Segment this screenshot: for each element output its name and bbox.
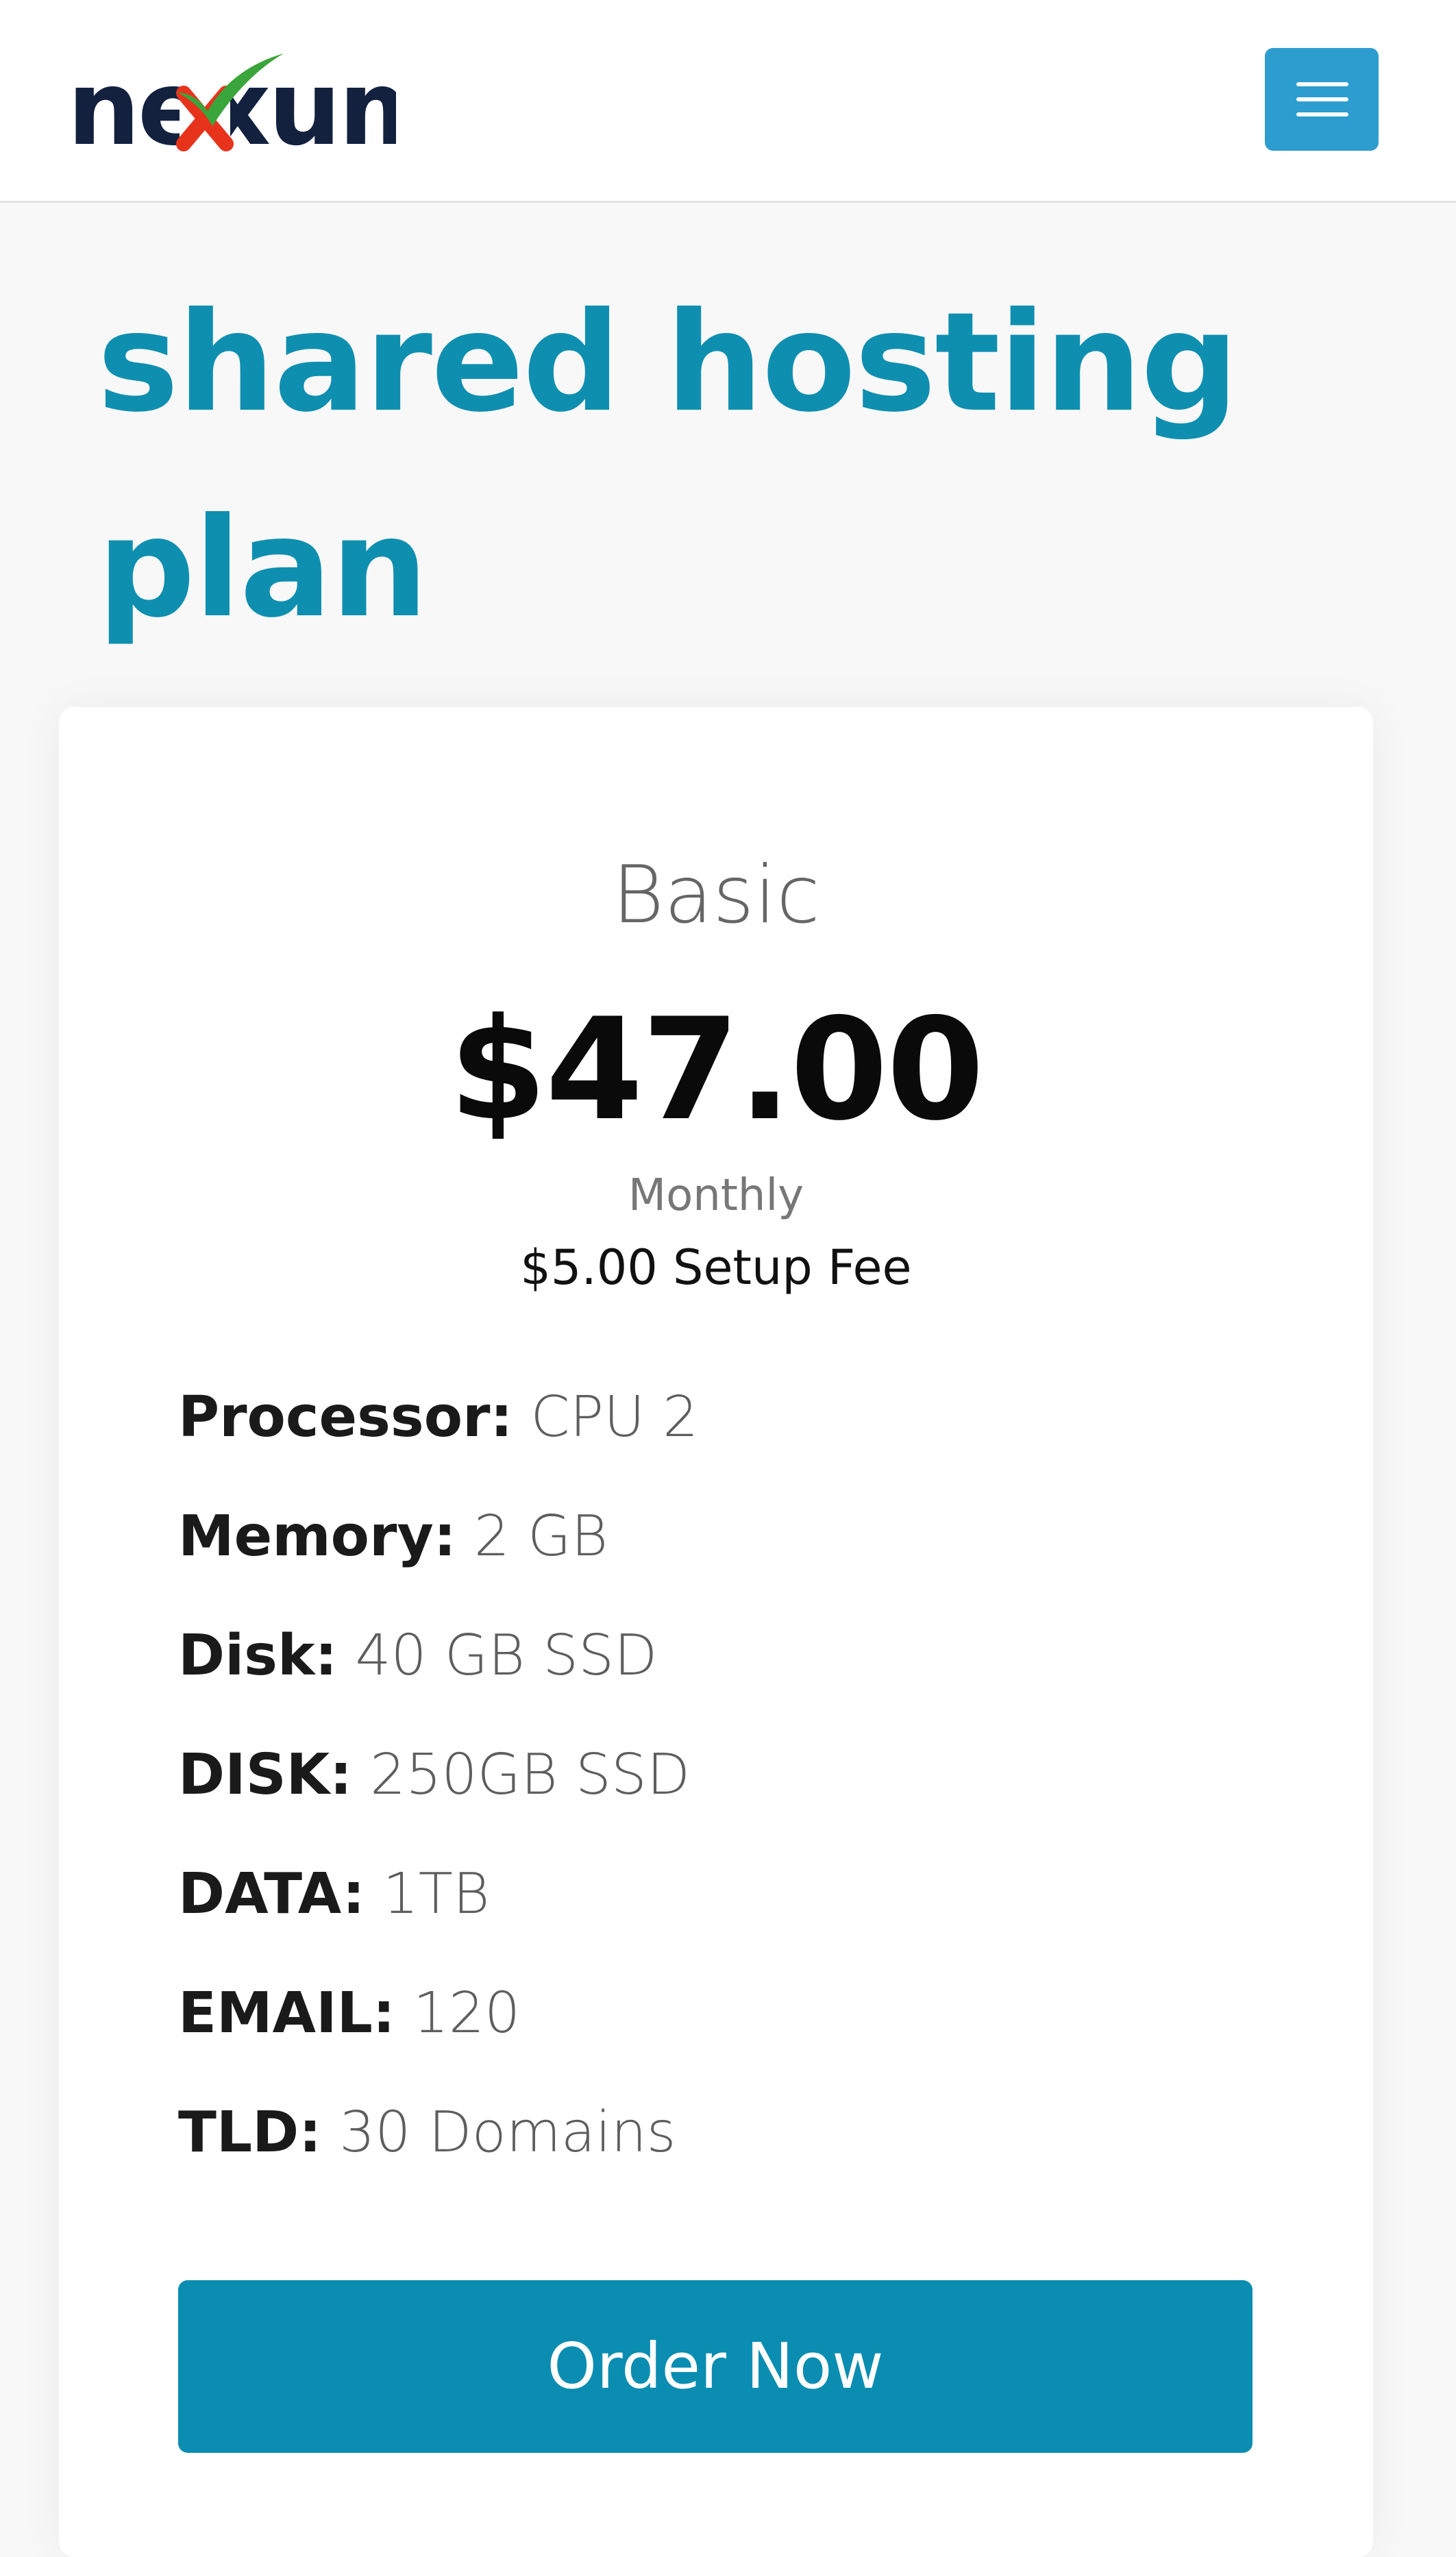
feature-item-disk-ssd: DISK: 250GB SSD [178,1716,1274,1835]
feature-value: 40 GB SSD [355,1623,658,1688]
order-now-button[interactable]: Order Now [178,2280,1253,2453]
feature-label: TLD: [178,2100,322,2165]
plan-name: Basic [612,849,820,941]
feature-label: Processor: [178,1385,513,1450]
feature-item-data: DATA: 1TB [178,1835,1274,1954]
feature-value: 2 GB [473,1504,608,1569]
feature-label: DISK: [178,1742,352,1807]
page-title: shared hosting plan [97,283,1239,648]
menu-toggle-button[interactable] [1265,48,1379,151]
billing-period: Monthly [628,1170,804,1221]
pricing-card: Basic $47.00 Monthly $5.00 Setup Fee Pro… [59,707,1373,2557]
logo-graphic: nexum [67,49,445,169]
nexum-logo[interactable]: nexum [67,41,445,169]
feature-label: EMAIL: [178,1981,395,2046]
feature-value: CPU 2 [530,1385,699,1450]
feature-item-email: EMAIL: 120 [178,1954,1274,2073]
feature-value: 120 [412,1981,521,2046]
feature-item-processor: Processor: CPU 2 [178,1358,1274,1477]
feature-value: 250GB SSD [370,1742,691,1807]
feature-label: DATA: [178,1862,365,1927]
feature-list: Processor: CPU 2 Memory: 2 GB Disk: 40 G… [178,1358,1274,2192]
setup-fee: $5.00 Setup Fee [520,1239,912,1296]
feature-value: 30 Domains [339,2100,676,2165]
plan-price: $47.00 [449,989,984,1152]
feature-label: Memory: [178,1504,456,1569]
feature-item-disk: Disk: 40 GB SSD [178,1596,1274,1716]
feature-value: 1TB [382,1862,490,1927]
navbar: nexum [0,0,1456,203]
feature-item-tld: TLD: 30 Domains [178,2073,1274,2192]
feature-item-memory: Memory: 2 GB [178,1477,1274,1596]
feature-label: Disk: [178,1623,338,1688]
